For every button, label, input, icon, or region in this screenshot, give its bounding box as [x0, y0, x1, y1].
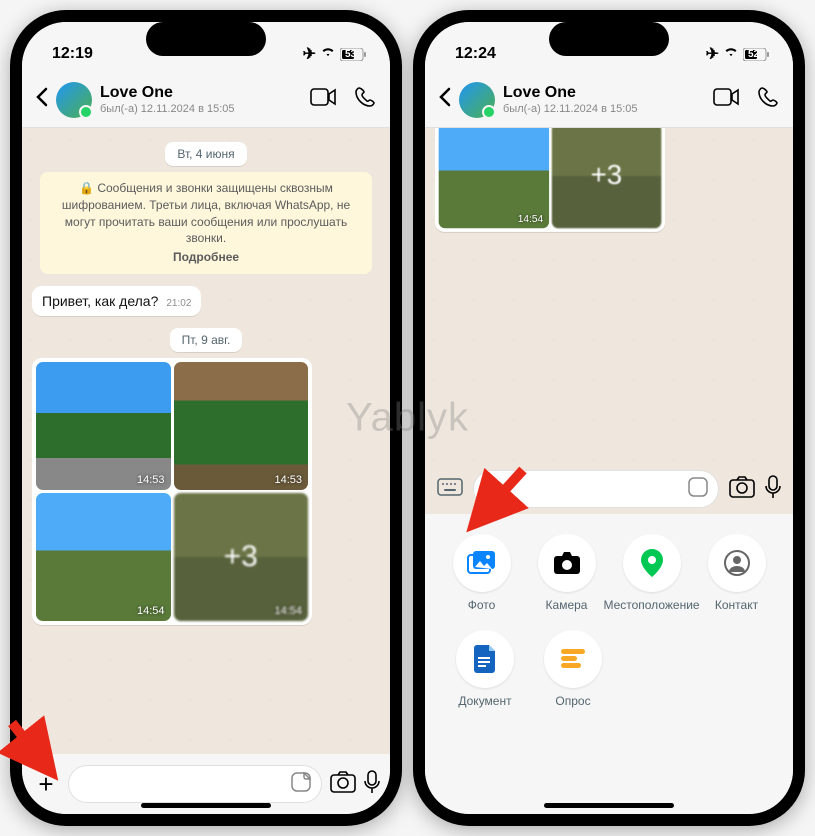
- media-time: 14:54: [518, 213, 543, 224]
- more-overlay: +3: [551, 128, 661, 228]
- phone-right: 12:24 ✈ 52 Love One был(-а) 12.11.2024 в…: [413, 10, 805, 826]
- voice-call-button[interactable]: [354, 86, 376, 113]
- attach-label: Контакт: [715, 598, 758, 612]
- message-text: Привет, как дела?: [42, 293, 158, 309]
- encryption-more: Подробнее: [54, 249, 358, 266]
- message-time: 21:02: [166, 298, 191, 309]
- media-thumb[interactable]: 14:54: [439, 128, 549, 228]
- chat-body[interactable]: Вт, 4 июня 🔒 Сообщения и звонки защищены…: [22, 128, 390, 760]
- home-indicator[interactable]: [544, 803, 674, 808]
- status-time: 12:24: [455, 45, 496, 63]
- attach-contact[interactable]: Контакт: [697, 534, 777, 612]
- media-thumb-more[interactable]: +3: [551, 128, 661, 228]
- attach-label: Фото: [468, 598, 496, 612]
- annotation-arrow: [2, 713, 82, 808]
- chat-header: Love One был(-а) 12.11.2024 в 15:05: [22, 72, 390, 128]
- status-icons: ✈ 52: [706, 44, 769, 64]
- home-indicator[interactable]: [141, 803, 271, 808]
- contact-icon: [724, 550, 750, 576]
- media-gallery[interactable]: 14:54 +3: [435, 128, 665, 232]
- sticker-icon[interactable]: [291, 772, 311, 797]
- mic-button[interactable]: [364, 770, 380, 799]
- status-icons: ✈ 53: [303, 44, 366, 64]
- attach-location[interactable]: Местоположение: [612, 534, 692, 612]
- mic-button[interactable]: [765, 475, 781, 504]
- media-thumb-more[interactable]: +3 14:54: [174, 493, 309, 621]
- more-overlay: +3: [174, 493, 309, 621]
- attach-label: Документ: [458, 694, 511, 708]
- wifi-icon: [320, 45, 336, 63]
- incoming-message[interactable]: Привет, как дела? 21:02: [32, 286, 201, 316]
- media-thumb[interactable]: 14:54: [36, 493, 171, 621]
- media-thumb[interactable]: 14:53: [36, 362, 171, 490]
- camera-icon: [553, 551, 581, 575]
- poll-icon: [561, 649, 585, 669]
- notch: [146, 22, 266, 56]
- media-time: 14:53: [137, 474, 165, 486]
- attachment-sheet: Фото Камера Местоположение: [425, 514, 793, 814]
- media-time: 14:54: [137, 605, 165, 617]
- back-button[interactable]: [36, 86, 48, 114]
- status-time: 12:19: [52, 45, 93, 63]
- chat-header: Love One был(-а) 12.11.2024 в 15:05: [425, 72, 793, 128]
- attach-label: Камера: [546, 598, 588, 612]
- voice-call-button[interactable]: [757, 86, 779, 113]
- attach-label: Опрос: [555, 694, 590, 708]
- battery-icon: 53: [340, 48, 366, 61]
- wifi-icon: [723, 45, 739, 63]
- media-time: 14:54: [274, 605, 302, 617]
- contact-name: Love One: [503, 83, 705, 102]
- annotation-arrow: [453, 460, 543, 555]
- date-separator: Вт, 4 июня: [165, 142, 246, 166]
- battery-icon: 52: [743, 48, 769, 61]
- airplane-icon: ✈: [706, 44, 719, 64]
- sticker-icon[interactable]: [688, 477, 708, 502]
- camera-button[interactable]: [729, 476, 755, 503]
- media-thumb[interactable]: 14:53: [174, 362, 309, 490]
- date-separator: Пт, 9 авг.: [170, 328, 243, 352]
- media-time: 14:53: [274, 474, 302, 486]
- chat-body[interactable]: 14:54 +3: [425, 128, 793, 464]
- message-input[interactable]: [68, 765, 322, 803]
- notch: [549, 22, 669, 56]
- media-gallery[interactable]: 14:53 14:53 14:54 +3 14:54: [32, 358, 312, 625]
- contact-status: был(-а) 12.11.2024 в 15:05: [100, 103, 302, 116]
- attach-document[interactable]: Документ: [445, 630, 525, 708]
- attach-poll[interactable]: Опрос: [533, 630, 613, 708]
- phone-left: 12:19 ✈ 53 Love One был(-а) 12.11.2024 в…: [10, 10, 402, 826]
- screen-right: 12:24 ✈ 52 Love One был(-а) 12.11.2024 в…: [425, 22, 793, 814]
- back-button[interactable]: [439, 86, 451, 114]
- screen-left: 12:19 ✈ 53 Love One был(-а) 12.11.2024 в…: [22, 22, 390, 814]
- avatar[interactable]: [459, 82, 495, 118]
- video-call-button[interactable]: [310, 88, 336, 111]
- camera-button[interactable]: [330, 771, 356, 798]
- airplane-icon: ✈: [303, 44, 316, 64]
- encryption-notice[interactable]: 🔒 Сообщения и звонки защищены сквозным ш…: [40, 172, 372, 274]
- attach-label: Местоположение: [603, 598, 699, 612]
- header-info[interactable]: Love One был(-а) 12.11.2024 в 15:05: [503, 83, 705, 115]
- video-call-button[interactable]: [713, 88, 739, 111]
- document-icon: [474, 645, 496, 673]
- contact-name: Love One: [100, 83, 302, 102]
- header-info[interactable]: Love One был(-а) 12.11.2024 в 15:05: [100, 83, 302, 115]
- contact-status: был(-а) 12.11.2024 в 15:05: [503, 103, 705, 116]
- location-icon: [641, 549, 663, 577]
- encryption-text: 🔒 Сообщения и звонки защищены сквозным ш…: [62, 181, 350, 245]
- avatar[interactable]: [56, 82, 92, 118]
